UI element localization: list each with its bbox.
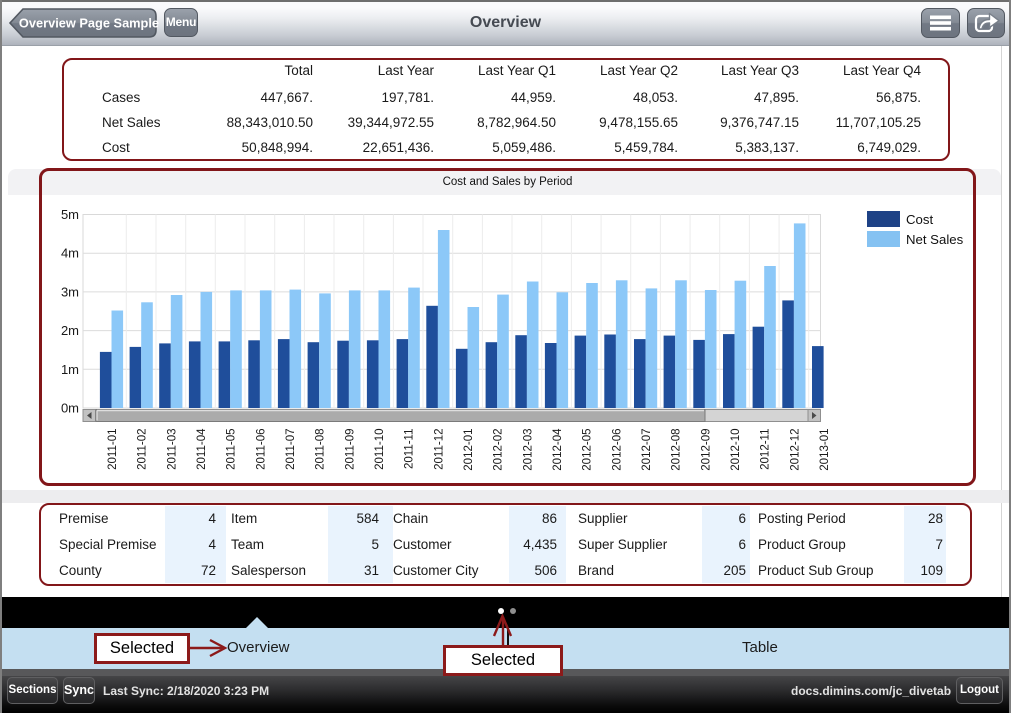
svg-text:2012-10: 2012-10 bbox=[730, 429, 742, 471]
svg-text:2011-02: 2011-02 bbox=[137, 429, 149, 470]
svg-text:Net Sales: Net Sales bbox=[906, 232, 964, 247]
svg-text:2m: 2m bbox=[61, 323, 79, 338]
svg-text:2012-03: 2012-03 bbox=[522, 429, 534, 471]
svg-text:2011-01: 2011-01 bbox=[107, 429, 119, 470]
svg-text:2012-11: 2012-11 bbox=[760, 429, 772, 470]
svg-text:2011-11: 2011-11 bbox=[404, 429, 416, 470]
svg-text:2011-07: 2011-07 bbox=[285, 429, 297, 470]
svg-text:2011-10: 2011-10 bbox=[374, 429, 386, 470]
svg-text:2011-12: 2011-12 bbox=[433, 429, 445, 470]
svg-text:2013-01: 2013-01 bbox=[819, 429, 831, 471]
svg-text:2012-02: 2012-02 bbox=[493, 429, 505, 471]
svg-text:Cost: Cost bbox=[906, 212, 933, 227]
svg-text:2012-01: 2012-01 bbox=[463, 429, 475, 471]
svg-text:2011-04: 2011-04 bbox=[196, 428, 208, 470]
svg-text:Overview Page Sample: Overview Page Sample bbox=[19, 16, 159, 31]
svg-text:2012-07: 2012-07 bbox=[641, 429, 653, 471]
svg-text:2012-04: 2012-04 bbox=[552, 428, 564, 471]
svg-text:2011-03: 2011-03 bbox=[166, 429, 178, 470]
svg-text:1m: 1m bbox=[61, 362, 79, 377]
svg-text:2012-12: 2012-12 bbox=[789, 429, 801, 471]
svg-text:0m: 0m bbox=[61, 401, 79, 416]
svg-text:2011-09: 2011-09 bbox=[344, 429, 356, 470]
svg-text:2012-06: 2012-06 bbox=[611, 429, 623, 471]
svg-text:2011-08: 2011-08 bbox=[315, 429, 327, 470]
svg-text:2012-09: 2012-09 bbox=[700, 429, 712, 471]
svg-text:4m: 4m bbox=[61, 246, 79, 261]
svg-text:5m: 5m bbox=[61, 207, 79, 222]
svg-text:2012-08: 2012-08 bbox=[671, 429, 683, 471]
svg-text:3m: 3m bbox=[61, 284, 79, 299]
svg-text:2011-05: 2011-05 bbox=[226, 429, 238, 470]
svg-text:2011-06: 2011-06 bbox=[255, 429, 267, 470]
svg-text:2012-05: 2012-05 bbox=[582, 429, 594, 471]
